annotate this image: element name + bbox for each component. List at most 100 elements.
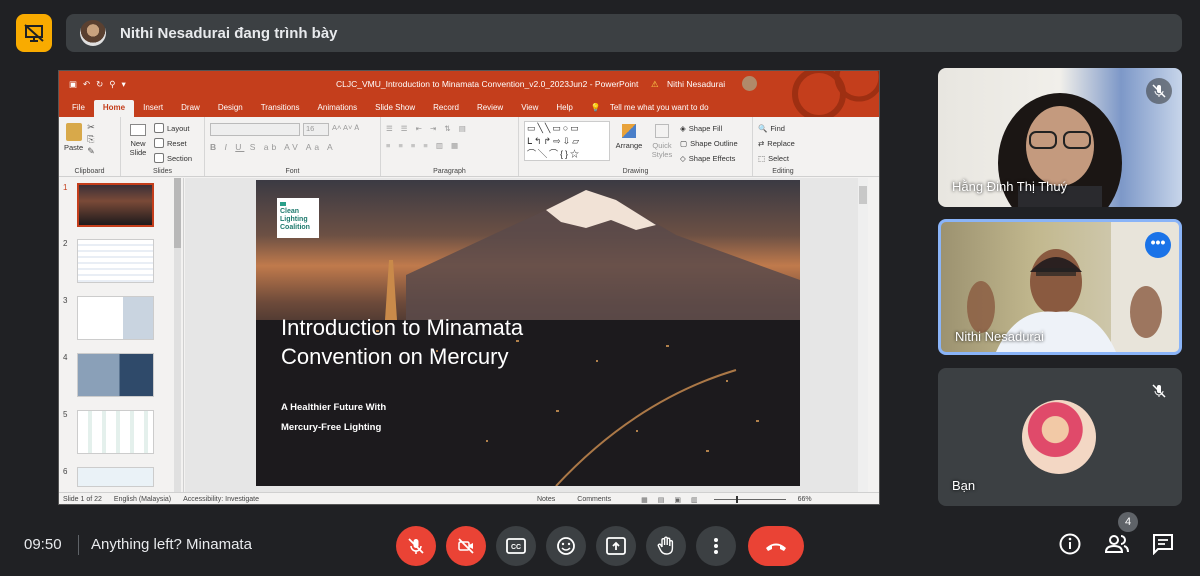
captions-button[interactable]: CC: [496, 526, 536, 566]
camera-toggle-button[interactable]: [446, 526, 486, 566]
quick-access-icons[interactable]: ▣↶↻⚲▾: [69, 79, 132, 90]
slide-title[interactable]: Introduction to Minamata Convention on M…: [281, 313, 523, 371]
cut-copy-format-icons[interactable]: ✂ ⎘ ✎: [87, 121, 95, 157]
lightbulb-icon: 💡: [590, 103, 601, 112]
present-now-button[interactable]: [596, 526, 636, 566]
meeting-time: 09:50: [24, 536, 62, 553]
notes-button[interactable]: Notes: [537, 496, 555, 503]
zoom-level[interactable]: 66%: [798, 496, 812, 503]
ribbon-decoration: [792, 71, 879, 117]
zoom-slider[interactable]: [713, 496, 786, 503]
svg-text:CC: CC: [511, 544, 521, 551]
accessibility-status[interactable]: Accessibility: Investigate: [183, 496, 259, 503]
comments-button[interactable]: Comments: [577, 496, 611, 503]
tab-view[interactable]: View: [512, 100, 547, 117]
align-buttons[interactable]: ≡ ≡ ≡ ≡ ▥ ▦: [386, 141, 513, 150]
thumbnail-1[interactable]: 1: [63, 183, 154, 227]
font-size-field[interactable]: 16: [303, 123, 329, 136]
slide-subtitle[interactable]: A Healthier Future With Mercury-Free Lig…: [281, 398, 386, 438]
view-buttons[interactable]: ▦▤▣▥: [641, 496, 707, 504]
quick-styles-icon: [655, 124, 669, 138]
clipboard-group: Paste ✂ ⎘ ✎ Clipboard: [59, 117, 121, 176]
paste-button[interactable]: Paste: [64, 121, 83, 157]
drawing-label: Drawing: [622, 168, 649, 175]
section-button[interactable]: Section: [154, 151, 192, 165]
participant-tile-2[interactable]: ••• Nithi Nesadurai: [938, 219, 1182, 355]
thumbnail-2[interactable]: 2: [63, 239, 154, 283]
thumbnail-6[interactable]: 6: [63, 467, 154, 487]
ppt-titlebar: ▣↶↻⚲▾ CLJC_VMU_Introduction to Minamata …: [59, 71, 879, 117]
slides-group: New Slide Layout Reset Section Slides: [121, 117, 205, 176]
ribbon-tabs: File Home Insert Draw Design Transitions…: [59, 97, 879, 117]
layout-button[interactable]: Layout: [154, 121, 192, 135]
chat-icon: [1153, 534, 1173, 556]
find-button[interactable]: 🔍 Find: [758, 121, 808, 135]
font-grow-shrink-icons[interactable]: A˄ A˅ Ꭺ: [332, 123, 360, 136]
font-format-buttons[interactable]: B I U S ab AV Aa A: [210, 142, 375, 152]
hang-up-icon: [766, 543, 786, 551]
reset-button[interactable]: Reset: [154, 136, 192, 150]
thumbnail-3[interactable]: 3: [63, 296, 154, 340]
thumbnail-5[interactable]: 5: [63, 410, 154, 454]
quick-styles-button[interactable]: Quick Styles: [648, 121, 676, 166]
reactions-button[interactable]: [546, 526, 586, 566]
select-icon: ⬚: [758, 153, 766, 163]
participant-name-1: Hằng Đinh Thị Thuý: [952, 179, 1068, 194]
paragraph-group: ☰ ☰ ⇤ ⇥ ⇅ ▤ ≡ ≡ ≡ ≡ ▥ ▦ Paragraph: [381, 117, 519, 176]
people-button[interactable]: [1104, 532, 1130, 556]
participant-tile-1[interactable]: Hằng Đinh Thị Thuý: [938, 68, 1182, 207]
shape-effects-button[interactable]: ◇ Shape Effects: [680, 151, 738, 165]
tab-insert[interactable]: Insert: [134, 100, 172, 117]
arrange-button[interactable]: Arrange: [614, 121, 644, 166]
tab-home[interactable]: Home: [93, 100, 135, 117]
slide-editing-canvas: Clean Lighting Coalition Introduction to M…: [185, 178, 868, 492]
tab-animations[interactable]: Animations: [309, 100, 367, 117]
mic-off-icon: [408, 538, 424, 554]
tab-help[interactable]: Help: [547, 100, 581, 117]
tell-me-search[interactable]: Tell me what you want to do: [610, 100, 718, 117]
editing-label: Editing: [772, 168, 794, 175]
thumbnail-scrollbar[interactable]: [174, 178, 181, 492]
presentation-icon[interactable]: [16, 14, 52, 52]
people-count-badge: 4: [1118, 512, 1138, 532]
tab-review[interactable]: Review: [468, 100, 512, 117]
replace-button[interactable]: ⇄ Replace: [758, 136, 808, 150]
shape-fill-button[interactable]: ◈ Shape Fill: [680, 121, 738, 135]
more-options-icon[interactable]: •••: [1145, 232, 1171, 258]
meeting-info-button[interactable]: [1058, 532, 1082, 556]
chat-button[interactable]: [1152, 533, 1176, 557]
ppt-status-bar: Slide 1 of 22 English (Malaysia) Accessi…: [59, 492, 879, 504]
emoji-icon: [557, 537, 575, 555]
info-icon: [1059, 533, 1081, 555]
raise-hand-button[interactable]: [646, 526, 686, 566]
tab-record[interactable]: Record: [424, 100, 468, 117]
new-slide-icon: [130, 124, 146, 136]
language-status[interactable]: English (Malaysia): [114, 496, 171, 503]
editing-group: 🔍 Find ⇄ Replace ⬚ Select Editing: [753, 117, 813, 176]
self-mic-off-icon: [1146, 378, 1172, 404]
leave-call-button[interactable]: [748, 526, 804, 566]
shape-outline-button[interactable]: ▢ Shape Outline: [680, 136, 738, 150]
tab-draw[interactable]: Draw: [172, 100, 209, 117]
participant-tile-self[interactable]: Bạn: [938, 368, 1182, 506]
tab-design[interactable]: Design: [209, 100, 252, 117]
current-slide[interactable]: Clean Lighting Coalition Introduction to M…: [256, 180, 800, 486]
tab-transitions[interactable]: Transitions: [252, 100, 309, 117]
canvas-scrollbar[interactable]: [858, 178, 868, 492]
font-name-field[interactable]: [210, 123, 300, 136]
tab-file[interactable]: File: [63, 100, 94, 117]
slide-counter: Slide 1 of 22: [63, 496, 102, 503]
shapes-gallery[interactable]: ▭╲╲▭○▭ ᒪ↰↱⇨⇩▱ ⌒╲⌒{}☆: [524, 121, 610, 161]
drawing-group: ▭╲╲▭○▭ ᒪ↰↱⇨⇩▱ ⌒╲⌒{}☆ Arrange Quick Styles …: [519, 117, 753, 176]
new-slide-button[interactable]: New Slide: [126, 121, 150, 166]
mic-toggle-button[interactable]: [396, 526, 436, 566]
thumbnail-4[interactable]: 4: [63, 353, 154, 397]
clean-lighting-coalition-logo: Clean Lighting Coalition: [277, 198, 319, 238]
clipboard-label: Clipboard: [74, 168, 105, 175]
select-button[interactable]: ⬚ Select: [758, 151, 808, 165]
more-options-button[interactable]: [696, 526, 736, 566]
ribbon-home: Paste ✂ ⎘ ✎ Clipboard New Slide Layout Res…: [59, 117, 879, 177]
slide-title-line-1: Introduction to Minamata: [281, 315, 524, 340]
list-buttons[interactable]: ☰ ☰ ⇤ ⇥ ⇅ ▤: [386, 124, 513, 133]
tab-slide-show[interactable]: Slide Show: [366, 100, 424, 117]
